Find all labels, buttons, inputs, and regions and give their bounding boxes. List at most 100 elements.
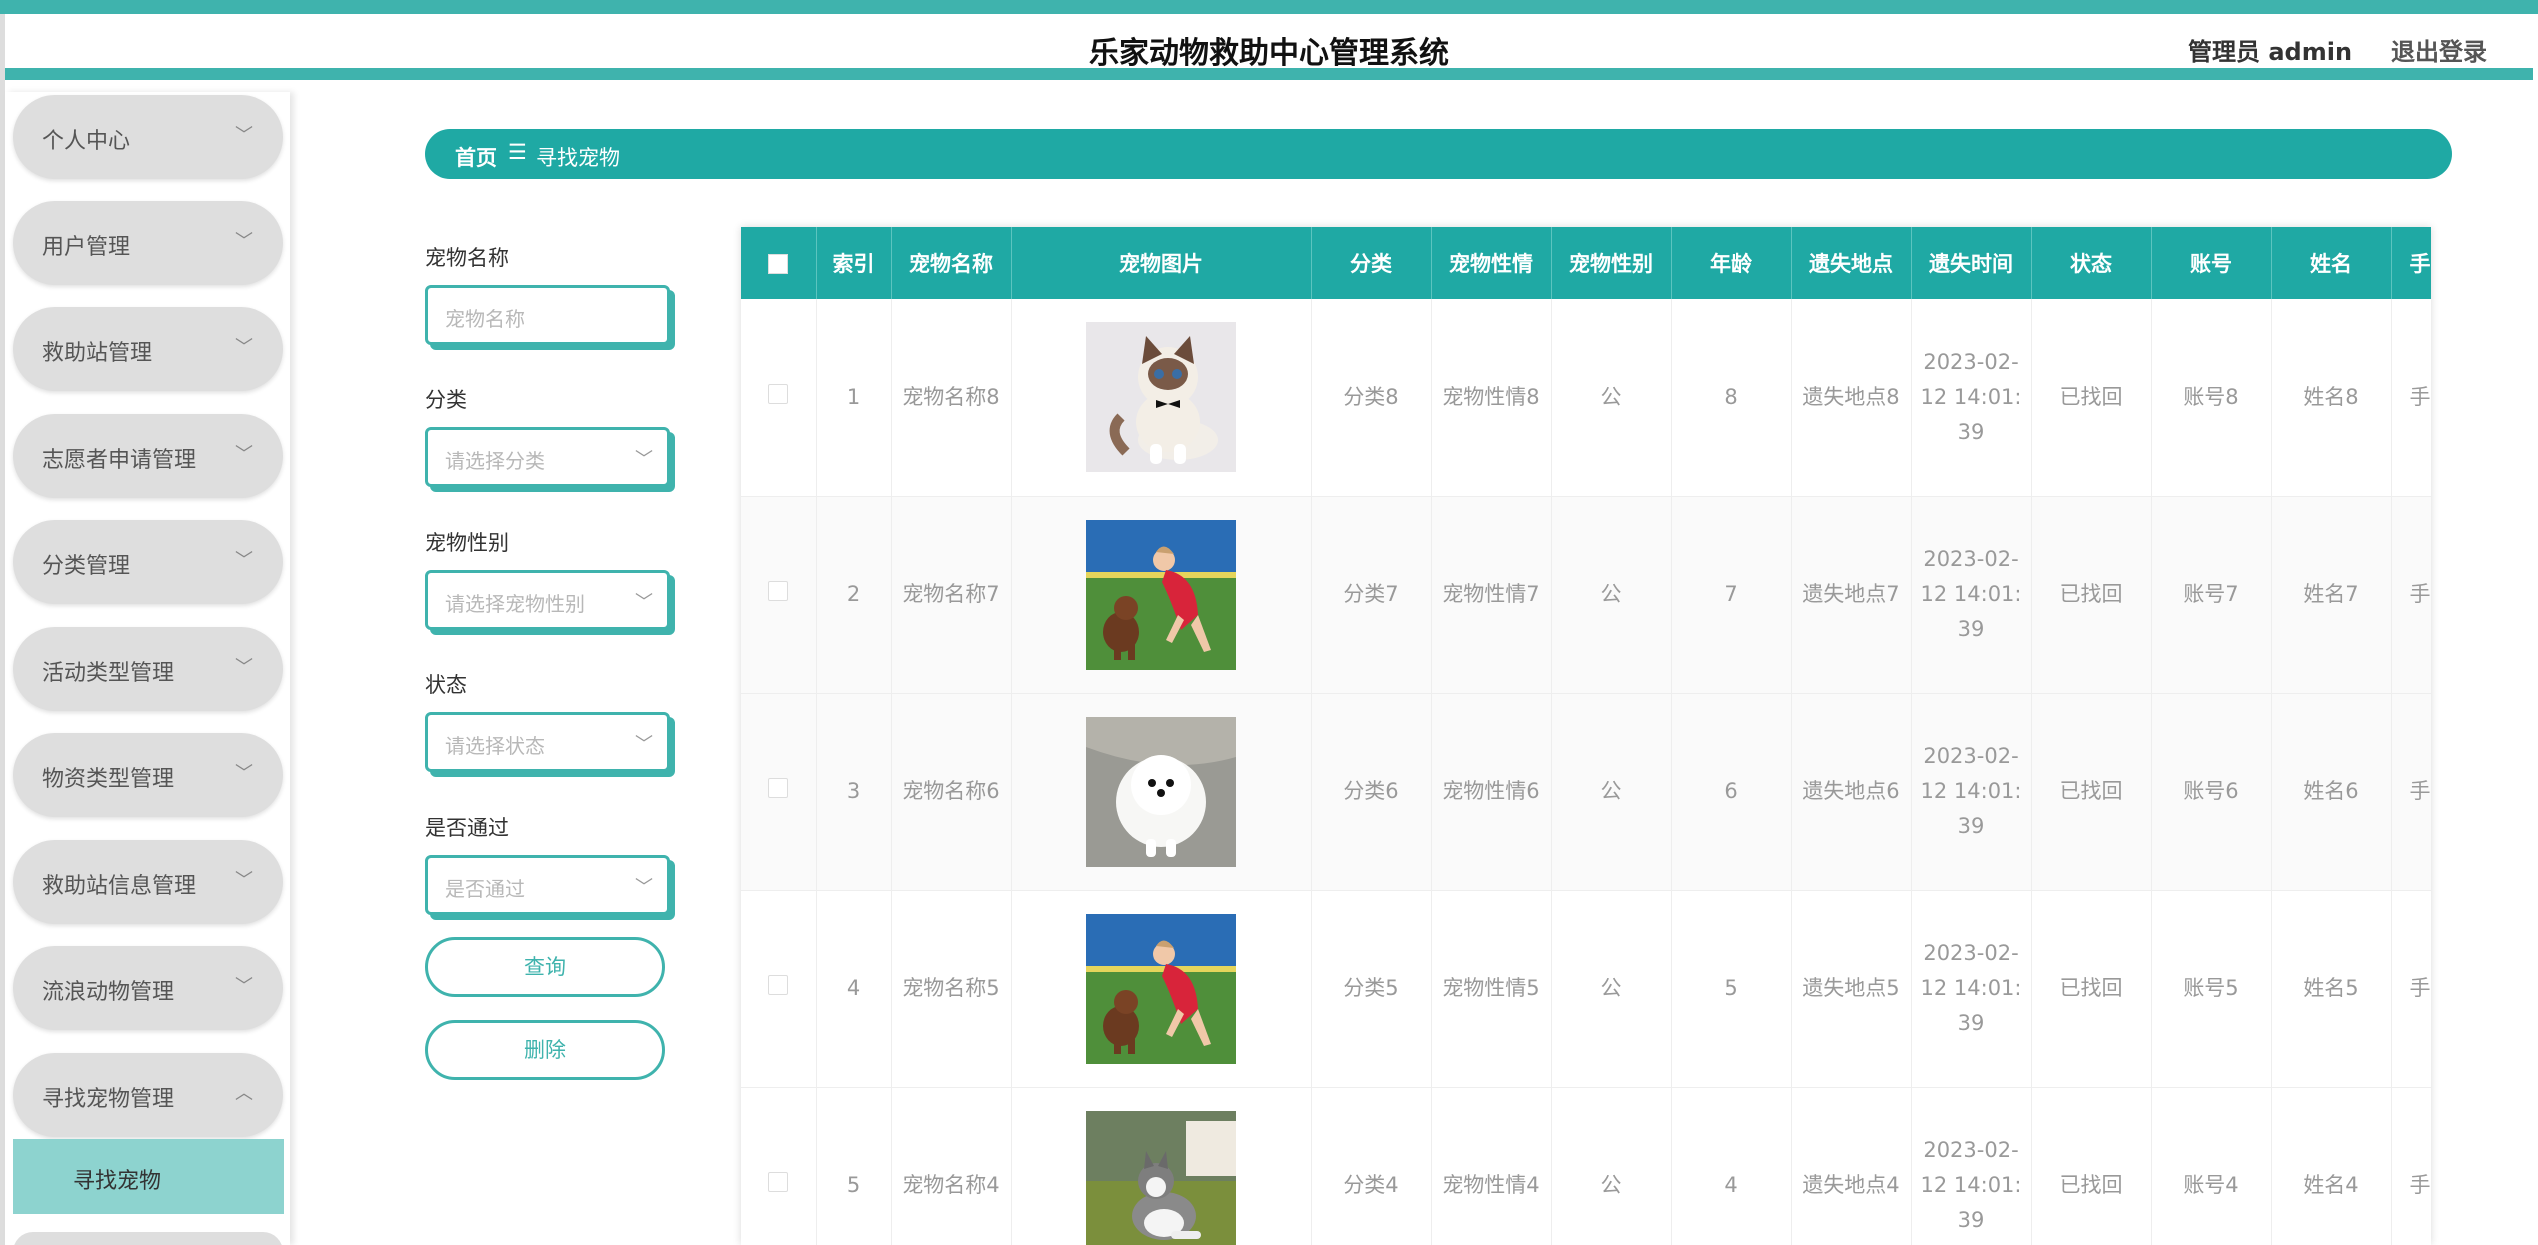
cell-phone: 手 (2391, 1087, 2431, 1245)
cell-real-name: 姓名4 (2271, 1087, 2392, 1245)
cell-pet-image (1011, 496, 1312, 694)
sidebar: 个人中心 ﹀ 用户管理 ﹀ 救助站管理 ﹀ 志愿者申请管理 ﹀ 分类管理 ﹀ 活… (5, 92, 290, 1245)
cell-real-name: 姓名5 (2271, 890, 2392, 1088)
cell-pet-image (1011, 299, 1312, 497)
cell-pet-name: 宠物名称8 (891, 299, 1012, 497)
app-title: 乐家动物救助中心管理系统 (1089, 36, 1449, 71)
cell-index: 2 (816, 496, 892, 694)
delete-button[interactable]: 删除 (425, 1020, 665, 1080)
chevron-down-icon: ﹀ (235, 231, 253, 252)
cell-lost-place: 遗失地点6 (1791, 693, 1912, 891)
breadcrumb-separator-icon: ☰ (508, 140, 527, 164)
sidebar-item-label: 流浪动物管理 (42, 980, 175, 1005)
query-button[interactable]: 查询 (425, 937, 665, 997)
chevron-down-icon: ﹀ (235, 870, 253, 891)
sidebar-item-find-pet-management[interactable]: 寻找宠物管理 ︿ (13, 1053, 283, 1137)
sidebar-item-category-management[interactable]: 分类管理 ﹀ (13, 520, 283, 604)
cell-lost-time: 2023-02-12 14:01:39 (1911, 1087, 2032, 1245)
cell-temperament: 宠物性情7 (1431, 496, 1552, 694)
pet-photo-husky (1086, 1110, 1236, 1245)
cell-account: 账号5 (2151, 890, 2272, 1088)
sidebar-item-stray-animal-management[interactable]: 流浪动物管理 ﹀ (13, 946, 283, 1030)
cell-account: 账号4 (2151, 1087, 2272, 1245)
cell-age: 8 (1671, 299, 1792, 497)
cell-category: 分类8 (1311, 299, 1432, 497)
breadcrumb-home-link[interactable]: 首页 (455, 142, 497, 172)
cell-status: 已找回 (2031, 299, 2152, 497)
column-header: 宠物图片 (1011, 227, 1312, 299)
cell-lost-time: 2023-02-12 14:01:39 (1911, 693, 2032, 891)
pet-name-input[interactable]: 宠物名称 (425, 285, 670, 345)
table-row: 5 宠物名称4 分类4 宠物性情4 公 4 遗失地点4 2023-02-12 1… (741, 1087, 2431, 1245)
sidebar-item-label: 个人中心 (42, 129, 131, 154)
cell-phone: 手 (2391, 496, 2431, 694)
gender-placeholder: 请选择宠物性别 (445, 592, 585, 616)
cell-lost-place: 遗失地点5 (1791, 890, 1912, 1088)
sidebar-item-user-management[interactable]: 用户管理 ﹀ (13, 201, 283, 285)
cell-temperament: 宠物性情5 (1431, 890, 1552, 1088)
sidebar-item-rescue-station-management[interactable]: 救助站管理 ﹀ (13, 307, 283, 391)
sidebar-subitem-find-pet[interactable]: 寻找宠物 (13, 1139, 284, 1214)
sidebar-subitem-label: 寻找宠物 (73, 1169, 162, 1194)
cell-real-name: 姓名6 (2271, 693, 2392, 891)
sidebar-item-activity-type-management[interactable]: 活动类型管理 ﹀ (13, 627, 283, 711)
cell-real-name: 姓名8 (2271, 299, 2392, 497)
sidebar-item-partial[interactable] (13, 1232, 283, 1245)
sidebar-item-personal-center[interactable]: 个人中心 ﹀ (13, 95, 283, 179)
pet-photo-poodle (1086, 913, 1236, 1064)
cell-pet-name: 宠物名称7 (891, 496, 1012, 694)
breadcrumb: 首页 ☰ 寻找宠物 (425, 129, 2452, 179)
status-select[interactable]: 请选择状态 ﹀ (425, 712, 670, 772)
select-all-checkbox[interactable] (741, 227, 817, 299)
cell-lost-time: 2023-02-12 14:01:39 (1911, 890, 2032, 1088)
chevron-down-icon: ﹀ (235, 763, 253, 784)
cell-age: 7 (1671, 496, 1792, 694)
column-header: 账号 (2151, 227, 2272, 299)
logout-button[interactable]: 退出登录 (2391, 32, 2487, 67)
gender-label: 宠物性别 (425, 531, 509, 555)
sidebar-item-supply-type-management[interactable]: 物资类型管理 ﹀ (13, 733, 283, 817)
cell-gender: 公 (1551, 693, 1672, 891)
approved-select[interactable]: 是否通过 ﹀ (425, 855, 670, 915)
chevron-down-icon: ﹀ (235, 125, 253, 146)
cell-account: 账号7 (2151, 496, 2272, 694)
cell-category: 分类4 (1311, 1087, 1432, 1245)
column-header: 宠物名称 (891, 227, 1012, 299)
row-checkbox[interactable] (741, 1087, 817, 1245)
row-checkbox[interactable] (741, 693, 817, 891)
status-label: 状态 (425, 673, 467, 697)
chevron-down-icon: ﹀ (235, 550, 253, 571)
column-header: 年龄 (1671, 227, 1792, 299)
table-row: 3 宠物名称6 分类6 宠物性情6 公 6 遗失地点6 2023-02-12 1… (741, 693, 2431, 891)
column-header: 索引 (816, 227, 892, 299)
cell-lost-place: 遗失地点7 (1791, 496, 1912, 694)
row-checkbox[interactable] (741, 299, 817, 497)
cell-account: 账号8 (2151, 299, 2272, 497)
row-checkbox[interactable] (741, 890, 817, 1088)
pet-name-placeholder: 宠物名称 (445, 307, 525, 331)
cell-temperament: 宠物性情6 (1431, 693, 1552, 891)
cell-real-name: 姓名7 (2271, 496, 2392, 694)
sidebar-item-station-info-management[interactable]: 救助站信息管理 ﹀ (13, 840, 283, 924)
sidebar-item-label: 寻找宠物管理 (42, 1087, 175, 1112)
table-row: 4 宠物名称5 分类5 宠物性情5 公 5 遗失地点5 2023-02-12 1… (741, 890, 2431, 1088)
column-header: 分类 (1311, 227, 1432, 299)
cell-index: 1 (816, 299, 892, 497)
cell-pet-image (1011, 1087, 1312, 1245)
pet-photo-cat (1086, 322, 1236, 473)
cell-lost-place: 遗失地点8 (1791, 299, 1912, 497)
cell-status: 已找回 (2031, 890, 2152, 1088)
category-placeholder: 请选择分类 (445, 449, 545, 473)
column-header: 手 (2391, 227, 2431, 299)
cell-status: 已找回 (2031, 1087, 2152, 1245)
sidebar-item-label: 活动类型管理 (42, 661, 175, 686)
category-select[interactable]: 请选择分类 ﹀ (425, 427, 670, 487)
chevron-down-icon: ﹀ (635, 592, 653, 613)
gender-select[interactable]: 请选择宠物性别 ﹀ (425, 570, 670, 630)
cell-status: 已找回 (2031, 496, 2152, 694)
cell-pet-name: 宠物名称5 (891, 890, 1012, 1088)
cell-category: 分类5 (1311, 890, 1432, 1088)
pet-photo-pomeranian (1086, 716, 1236, 867)
sidebar-item-volunteer-application[interactable]: 志愿者申请管理 ﹀ (13, 414, 283, 498)
row-checkbox[interactable] (741, 496, 817, 694)
